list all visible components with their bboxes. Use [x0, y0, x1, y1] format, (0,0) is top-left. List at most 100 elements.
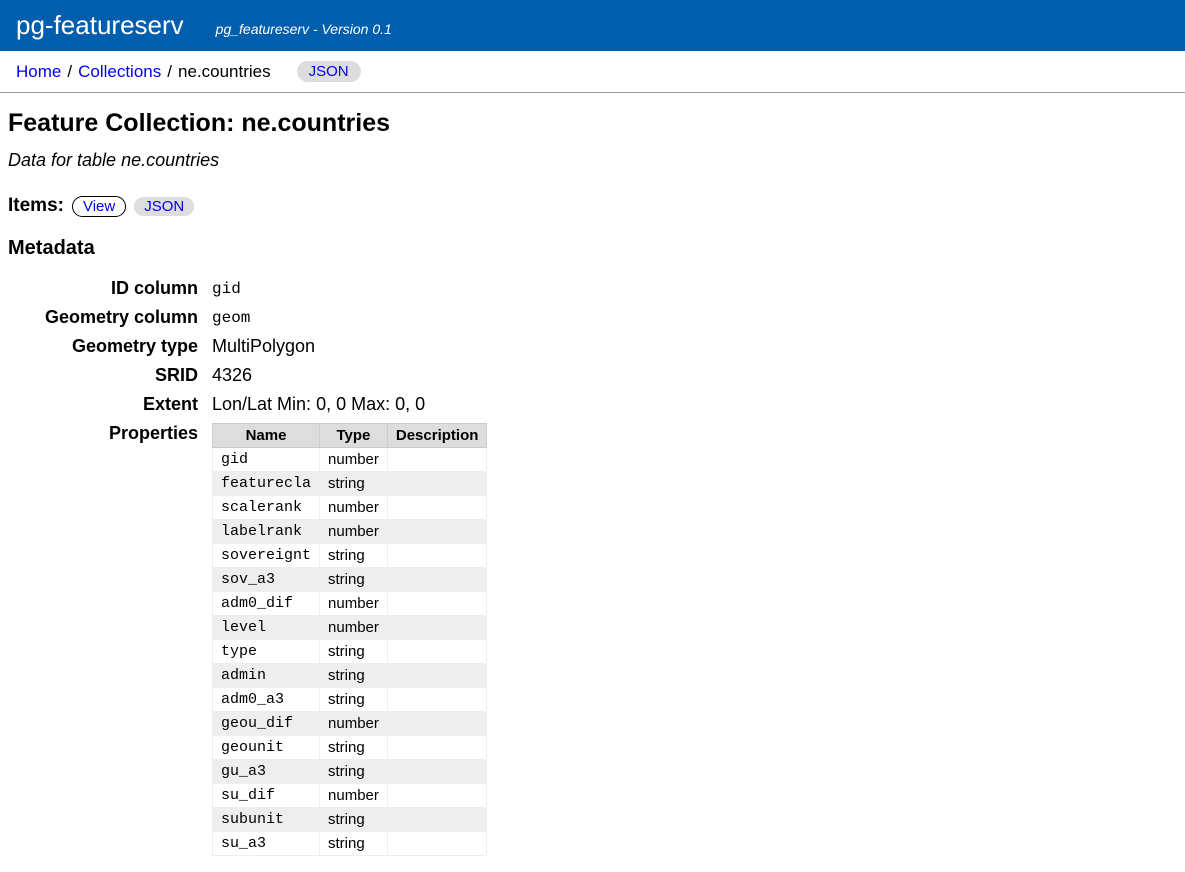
- table-row: su_difnumber: [213, 784, 487, 808]
- breadcrumb-collections[interactable]: Collections: [78, 62, 161, 82]
- prop-name: su_a3: [213, 832, 320, 856]
- prop-type: string: [320, 760, 388, 784]
- prop-type: string: [320, 688, 388, 712]
- meta-label-geometry-type: Geometry type: [8, 336, 198, 357]
- page-title: Feature Collection: ne.countries: [8, 109, 1177, 138]
- meta-value-geometry-type: MultiPolygon: [212, 336, 1177, 357]
- prop-description: [387, 472, 487, 496]
- prop-type: string: [320, 664, 388, 688]
- table-row: sov_a3string: [213, 568, 487, 592]
- metadata-heading: Metadata: [8, 237, 1177, 260]
- view-items-button[interactable]: View: [72, 196, 126, 217]
- prop-name: subunit: [213, 808, 320, 832]
- prop-name: sovereignt: [213, 544, 320, 568]
- prop-type: string: [320, 736, 388, 760]
- prop-name: level: [213, 616, 320, 640]
- meta-label-id-column: ID column: [8, 278, 198, 299]
- prop-description: [387, 496, 487, 520]
- meta-value-properties: Name Type Description gidnumberfeaturecl…: [212, 423, 1177, 856]
- prop-description: [387, 760, 487, 784]
- prop-description: [387, 784, 487, 808]
- prop-type: string: [320, 808, 388, 832]
- prop-name: adm0_a3: [213, 688, 320, 712]
- meta-label-extent: Extent: [8, 394, 198, 415]
- prop-name: geou_dif: [213, 712, 320, 736]
- prop-name: gu_a3: [213, 760, 320, 784]
- prop-description: [387, 736, 487, 760]
- prop-type: number: [320, 448, 388, 472]
- prop-description: [387, 448, 487, 472]
- table-row: featureclastring: [213, 472, 487, 496]
- table-row: gidnumber: [213, 448, 487, 472]
- breadcrumb-sep: /: [67, 62, 72, 82]
- prop-type: number: [320, 592, 388, 616]
- table-row: geounitstring: [213, 736, 487, 760]
- prop-type: number: [320, 520, 388, 544]
- prop-type: string: [320, 544, 388, 568]
- items-label: Items:: [8, 195, 64, 217]
- table-row: typestring: [213, 640, 487, 664]
- meta-label-srid: SRID: [8, 365, 198, 386]
- meta-value-geometry-column: geom: [212, 307, 1177, 327]
- prop-description: [387, 520, 487, 544]
- prop-name: sov_a3: [213, 568, 320, 592]
- json-button[interactable]: JSON: [297, 61, 361, 82]
- prop-description: [387, 568, 487, 592]
- props-th-type: Type: [320, 424, 388, 448]
- prop-description: [387, 616, 487, 640]
- prop-name: admin: [213, 664, 320, 688]
- props-th-name: Name: [213, 424, 320, 448]
- prop-type: string: [320, 472, 388, 496]
- prop-name: type: [213, 640, 320, 664]
- table-row: geou_difnumber: [213, 712, 487, 736]
- breadcrumb-sep: /: [167, 62, 172, 82]
- meta-label-properties: Properties: [8, 423, 198, 444]
- prop-type: number: [320, 496, 388, 520]
- prop-type: string: [320, 640, 388, 664]
- items-json-button[interactable]: JSON: [134, 197, 194, 216]
- prop-description: [387, 832, 487, 856]
- app-subtitle: pg_featureserv - Version 0.1: [216, 21, 392, 37]
- meta-label-geometry-column: Geometry column: [8, 307, 198, 328]
- table-row: adm0_a3string: [213, 688, 487, 712]
- prop-description: [387, 640, 487, 664]
- prop-type: string: [320, 568, 388, 592]
- prop-type: number: [320, 616, 388, 640]
- meta-value-id-column: gid: [212, 278, 1177, 298]
- prop-name: adm0_dif: [213, 592, 320, 616]
- table-row: gu_a3string: [213, 760, 487, 784]
- table-row: adminstring: [213, 664, 487, 688]
- table-row: levelnumber: [213, 616, 487, 640]
- props-th-description: Description: [387, 424, 487, 448]
- prop-name: su_dif: [213, 784, 320, 808]
- table-row: adm0_difnumber: [213, 592, 487, 616]
- items-row: Items: View JSON: [8, 195, 1177, 217]
- table-row: scaleranknumber: [213, 496, 487, 520]
- breadcrumb: Home / Collections / ne.countries JSON: [0, 51, 1185, 93]
- main-content: Feature Collection: ne.countries Data fo…: [0, 93, 1185, 872]
- prop-description: [387, 808, 487, 832]
- prop-name: gid: [213, 448, 320, 472]
- prop-description: [387, 592, 487, 616]
- prop-description: [387, 544, 487, 568]
- properties-table: Name Type Description gidnumberfeaturecl…: [212, 423, 487, 856]
- meta-value-extent: Lon/Lat Min: 0, 0 Max: 0, 0: [212, 394, 1177, 415]
- app-header: pg-featureserv pg_featureserv - Version …: [0, 0, 1185, 51]
- metadata-grid: ID column gid Geometry column geom Geome…: [8, 278, 1177, 856]
- prop-description: [387, 664, 487, 688]
- table-row: subunitstring: [213, 808, 487, 832]
- prop-name: scalerank: [213, 496, 320, 520]
- table-row: sovereigntstring: [213, 544, 487, 568]
- prop-description: [387, 688, 487, 712]
- breadcrumb-current: ne.countries: [178, 62, 271, 82]
- app-title: pg-featureserv: [16, 10, 184, 41]
- breadcrumb-home[interactable]: Home: [16, 62, 61, 82]
- prop-type: number: [320, 784, 388, 808]
- prop-name: labelrank: [213, 520, 320, 544]
- prop-type: number: [320, 712, 388, 736]
- prop-description: [387, 712, 487, 736]
- page-description: Data for table ne.countries: [8, 150, 1177, 171]
- prop-type: string: [320, 832, 388, 856]
- table-row: su_a3string: [213, 832, 487, 856]
- prop-name: featurecla: [213, 472, 320, 496]
